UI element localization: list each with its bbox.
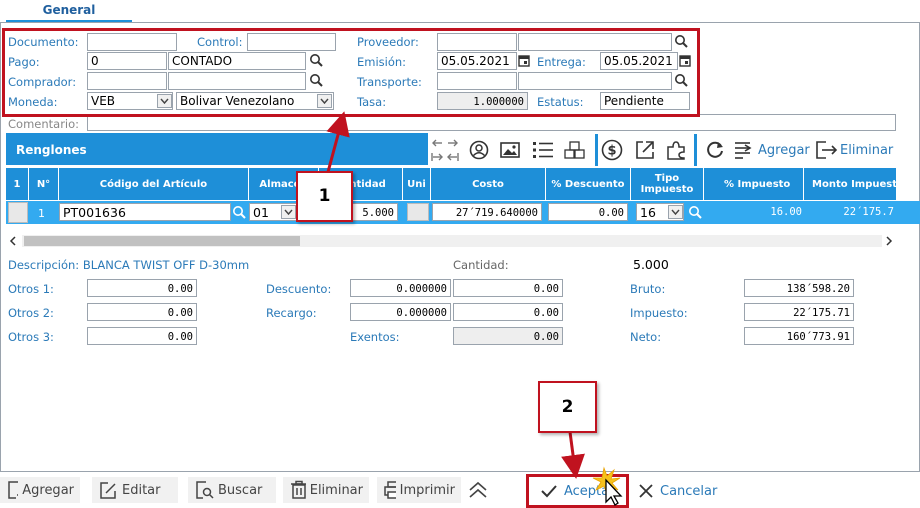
otros1-input[interactable]: 0.00 — [87, 279, 197, 297]
bruto-value: 138´598.20 — [744, 279, 854, 297]
search-document-icon — [196, 481, 214, 499]
cancelar-label: Cancelar — [660, 483, 718, 499]
column-header-monto-impuesto[interactable]: Monto Impuesto — [804, 168, 896, 200]
column-header-codigo[interactable]: Código del Artículo — [59, 168, 249, 200]
neto-value: 160´773.91 — [744, 327, 854, 345]
refresh-icon[interactable] — [705, 140, 725, 160]
otros3-label: Otros 3: — [8, 330, 54, 344]
scroll-left-icon[interactable] — [8, 235, 18, 247]
add-row-icon[interactable] — [733, 139, 753, 161]
neto-label: Neto: — [630, 330, 662, 344]
codigo-articulo-input[interactable]: PT001636 — [59, 203, 231, 221]
tipo-impuesto-chevron-down-icon[interactable] — [668, 205, 683, 219]
descripcion-text: Descripción: BLANCA TWIST OFF D-30mm — [8, 258, 250, 272]
delete-row-icon[interactable] — [814, 139, 838, 161]
trash-icon — [291, 480, 306, 499]
callout-2: 2 — [538, 381, 597, 433]
scroll-right-icon[interactable] — [884, 235, 894, 247]
callout-1: 1 — [296, 171, 353, 222]
tipo-impuesto-value: 16 — [640, 205, 656, 220]
column-header-selector[interactable]: 1 — [6, 168, 29, 200]
close-icon — [639, 484, 653, 498]
horizontal-scrollbar-thumb[interactable] — [24, 236, 300, 246]
agregar-button[interactable]: Agregar — [0, 477, 80, 503]
editar-label: Editar — [122, 482, 161, 498]
bruto-label: Bruto: — [630, 282, 666, 296]
pct-impuesto-cell: 16.00 — [770, 206, 802, 218]
imprimir-label: Imprimir — [399, 482, 455, 498]
row-selector[interactable] — [8, 202, 28, 223]
column-header-pct-impuesto[interactable]: % Impuesto — [704, 168, 804, 200]
tipo-impuesto-search-icon[interactable] — [688, 205, 702, 219]
add-document-icon — [8, 481, 19, 499]
eliminar-button[interactable]: Eliminar — [283, 477, 369, 503]
toolbar-divider-2 — [694, 134, 697, 166]
almacen-value: 01 — [253, 205, 269, 220]
cancelar-button[interactable]: Cancelar — [638, 477, 728, 505]
otros2-input[interactable]: 0.00 — [87, 303, 197, 321]
eliminar-renglon-button[interactable]: Eliminar — [840, 143, 893, 158]
comentario-label: Comentario: — [8, 117, 80, 131]
eliminar-label: Eliminar — [309, 482, 363, 498]
printer-icon — [384, 481, 396, 499]
column-header-numero[interactable]: N° — [29, 168, 59, 200]
puzzle-icon[interactable] — [665, 139, 687, 161]
editar-button[interactable]: Editar — [92, 477, 178, 503]
column-header-tipo-impuesto[interactable]: Tipo Impuesto — [631, 168, 704, 200]
edit-icon — [100, 482, 116, 499]
agregar-label: Agregar — [22, 482, 74, 498]
otros1-label: Otros 1: — [8, 282, 54, 296]
buscar-label: Buscar — [218, 482, 263, 498]
buscar-button[interactable]: Buscar — [188, 477, 276, 503]
chevron-double-up-icon[interactable] — [467, 480, 489, 500]
otros2-label: Otros 2: — [8, 306, 54, 320]
external-link-icon[interactable] — [634, 139, 656, 161]
cantidad-value: 5.000 — [633, 257, 669, 272]
almacen-chevron-down-icon[interactable] — [281, 205, 296, 219]
impuesto-label: Impuesto: — [630, 306, 688, 320]
tab-bar — [0, 0, 920, 24]
row-number: 1 — [38, 207, 45, 220]
agregar-renglon-button[interactable]: Agregar — [758, 143, 810, 158]
monto-impuesto-cell: 22´175.7 — [843, 206, 894, 218]
otros3-input[interactable]: 0.00 — [87, 327, 197, 345]
imprimir-button[interactable]: Imprimir — [377, 477, 461, 503]
codigo-search-icon[interactable] — [232, 205, 246, 219]
header-highlight-box — [2, 28, 700, 117]
impuesto-value: 22´175.71 — [744, 303, 854, 321]
